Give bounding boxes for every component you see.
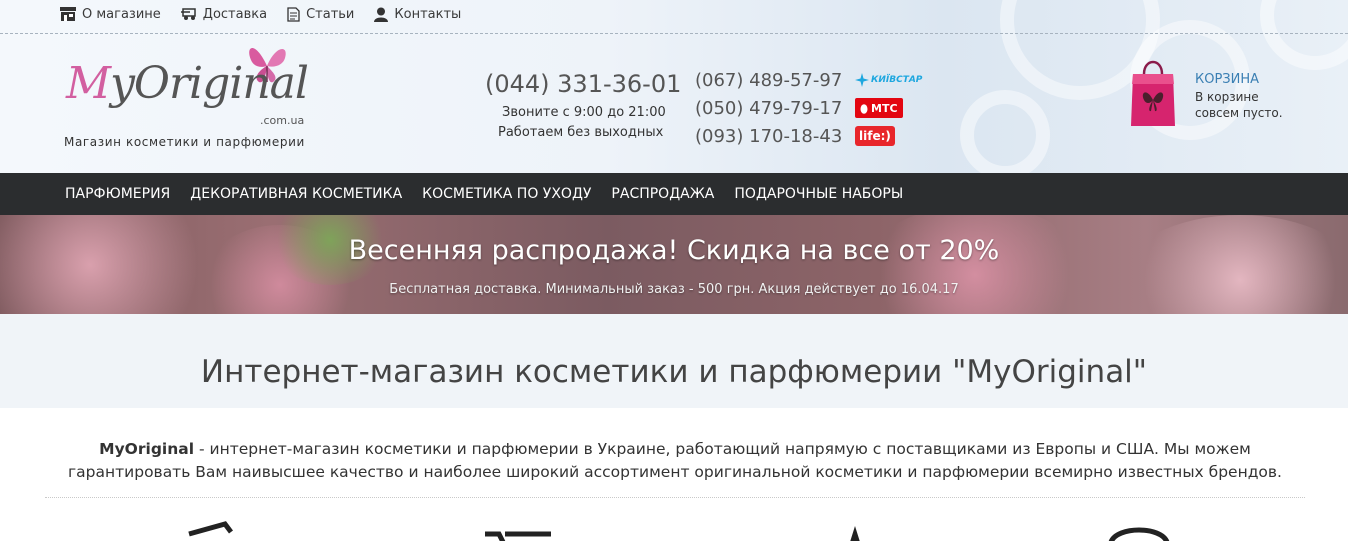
page-title: Интернет-магазин косметики и парфюмерии … bbox=[200, 354, 1148, 390]
life-logo: life:) bbox=[855, 126, 895, 146]
working-days: Работаем без выходных bbox=[498, 125, 664, 140]
store-icon bbox=[60, 7, 76, 21]
topnav-item-contacts[interactable]: Контакты bbox=[374, 4, 461, 24]
logo-tagline: Магазин косметики и парфюмерии bbox=[64, 135, 305, 149]
nav-item-gift-sets[interactable]: ПОДАРОЧНЫЕ НАБОРЫ bbox=[724, 186, 913, 202]
person-icon bbox=[374, 7, 389, 22]
site-header: О магазине Доставка Статьи Контакты MyOr… bbox=[0, 0, 1348, 173]
header-divider bbox=[0, 33, 1348, 34]
cart-icon bbox=[485, 531, 551, 541]
egg-icon bbox=[860, 103, 868, 114]
star-icon bbox=[855, 73, 869, 87]
nav-item-perfume[interactable]: ПАРФЮМЕРИЯ bbox=[55, 186, 180, 202]
cart-title[interactable]: КОРЗИНА bbox=[1195, 72, 1259, 87]
top-navigation: О магазине Доставка Статьи Контакты bbox=[60, 4, 461, 24]
phone-row: (050) 479-79-17 МТС bbox=[695, 94, 922, 122]
main-phone[interactable]: (044) 331-36-01 bbox=[485, 70, 681, 98]
banner-title: Весенняя распродажа! Скидка на все от 20… bbox=[348, 235, 1000, 266]
topnav-label: Доставка bbox=[202, 6, 268, 22]
topnav-label: О магазине bbox=[82, 6, 161, 22]
header-decoration bbox=[960, 90, 1050, 173]
operator-name: МТС bbox=[871, 101, 898, 115]
clock-icon bbox=[1108, 527, 1170, 541]
topnav-label: Контакты bbox=[394, 6, 462, 22]
working-hours: Звоните с 9:00 до 21:00 bbox=[502, 105, 666, 120]
cart-widget[interactable]: КОРЗИНА В корзине совсем пусто. bbox=[1130, 56, 1330, 130]
topnav-item-delivery[interactable]: Доставка bbox=[180, 4, 268, 24]
phone-row: (093) 170-18-43 life:) bbox=[695, 122, 922, 150]
logo-wordmark: MyOriginal bbox=[66, 58, 309, 109]
phone-row: (067) 489-57-97 КИЇВСТАР bbox=[695, 66, 922, 94]
operator-name: КИЇВСТАР bbox=[871, 75, 923, 85]
mts-logo: МТС bbox=[855, 98, 903, 118]
promo-banner[interactable]: Весенняя распродажа! Скидка на все от 20… bbox=[0, 215, 1348, 314]
logo-domain: .com.ua bbox=[260, 114, 305, 127]
topnav-item-articles[interactable]: Статьи bbox=[287, 4, 354, 24]
operator-name: life:) bbox=[859, 129, 891, 143]
content-divider bbox=[45, 497, 1305, 498]
topnav-item-about[interactable]: О магазине bbox=[60, 4, 161, 24]
phone-list: (067) 489-57-97 КИЇВСТАР (050) 479-79-17… bbox=[695, 66, 922, 150]
intro-text: - интернет-магазин косметики и парфюмери… bbox=[68, 440, 1282, 481]
main-navigation: ПАРФЮМЕРИЯ ДЕКОРАТИВНАЯ КОСМЕТИКА КОСМЕТ… bbox=[0, 173, 1348, 215]
topnav-label: Статьи bbox=[306, 6, 355, 22]
cart-status: В корзине bbox=[1195, 90, 1259, 104]
intro-brand: MyOriginal bbox=[99, 440, 195, 458]
site-logo[interactable]: MyOriginal .com.ua Магазин косметики и п… bbox=[60, 40, 320, 152]
phone-number[interactable]: (093) 170-18-43 bbox=[695, 126, 842, 147]
phone-number[interactable]: (050) 479-79-17 bbox=[695, 98, 842, 119]
intro-paragraph: MyOriginal - интернет-магазин косметики … bbox=[45, 438, 1305, 484]
cart-status: совсем пусто. bbox=[1195, 106, 1283, 120]
shopping-bag-icon bbox=[1131, 60, 1175, 126]
nav-item-decorative-cosmetics[interactable]: ДЕКОРАТИВНАЯ КОСМЕТИКА bbox=[180, 186, 412, 202]
kyivstar-logo: КИЇВСТАР bbox=[855, 70, 922, 90]
nav-item-care-cosmetics[interactable]: КОСМЕТИКА ПО УХОДУ bbox=[412, 186, 601, 202]
document-icon bbox=[287, 6, 300, 22]
payment-card-icon bbox=[188, 521, 233, 537]
phone-number[interactable]: (067) 489-57-97 bbox=[695, 70, 842, 91]
nav-item-sale[interactable]: РАСПРОДАЖА bbox=[601, 186, 724, 202]
truck-icon bbox=[180, 8, 196, 20]
banner-subtitle: Бесплатная доставка. Минимальный заказ -… bbox=[389, 282, 959, 297]
drop-icon bbox=[850, 526, 860, 541]
